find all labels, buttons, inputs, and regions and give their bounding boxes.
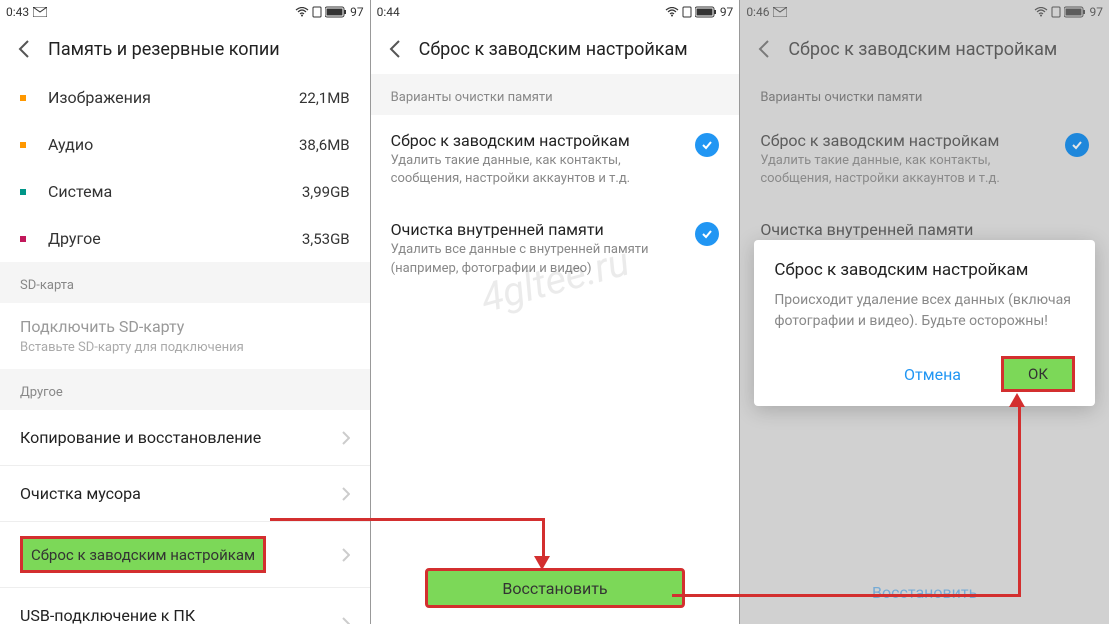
storage-name: Изображения <box>48 88 299 107</box>
battery-icon <box>1064 6 1086 18</box>
sim-icon <box>682 6 692 18</box>
wifi-icon <box>1034 7 1048 17</box>
storage-name: Аудио <box>48 135 299 154</box>
status-bar: 0:46 97 <box>740 0 1109 24</box>
option-title: Очистка внутренней памяти <box>760 220 1079 239</box>
status-bar: 0:44 97 <box>371 0 740 24</box>
annotation-arrow-head <box>534 556 550 570</box>
restore-link-dim: Восстановить <box>872 583 977 602</box>
wifi-icon <box>665 7 679 17</box>
battery-percent: 97 <box>350 5 364 19</box>
check-icon <box>1065 133 1089 157</box>
dot-icon <box>20 236 26 242</box>
button-label: Восстановить <box>502 579 607 598</box>
section-variants: Варианты очистки памяти <box>371 74 740 115</box>
sim-icon <box>312 6 322 18</box>
option-desc: Удалить все данные с внутренней памяти (… <box>391 241 686 277</box>
check-icon <box>695 133 719 157</box>
menu-factory-reset[interactable]: Сброс к заводским настройкам <box>0 522 370 588</box>
page-title: Сброс к заводским настройкам <box>419 39 688 60</box>
storage-item[interactable]: Аудио38,6MB <box>0 121 370 168</box>
header: Сброс к заводским настройкам <box>371 24 740 74</box>
check-icon <box>695 222 719 246</box>
confirm-dialog: Сброс к заводским настройкам Происходит … <box>754 240 1095 406</box>
dot-icon <box>20 142 26 148</box>
annotation-arrow <box>1018 400 1021 597</box>
page-title: Сброс к заводским настройкам <box>788 39 1057 60</box>
mail-icon <box>773 7 787 17</box>
chevron-right-icon <box>342 487 350 501</box>
battery-percent: 97 <box>1089 5 1103 19</box>
header: Сброс к заводским настройкам <box>740 24 1109 74</box>
cancel-button[interactable]: Отмена <box>894 359 971 390</box>
chevron-right-icon <box>342 617 350 624</box>
status-time: 0:43 <box>6 5 29 19</box>
restore-button[interactable]: Восстановить <box>425 568 685 608</box>
option-desc: Удалить такие данные, как контакты, сооб… <box>760 152 1055 188</box>
storage-item[interactable]: Другое3,53GB <box>0 215 370 262</box>
option-title: Очистка внутренней памяти <box>391 220 686 239</box>
option-desc: Удалить такие данные, как контакты, сооб… <box>391 152 686 188</box>
section-other: Другое <box>0 369 370 410</box>
storage-size: 38,6MB <box>299 136 350 154</box>
option-internal-storage[interactable]: Очистка внутренней памяти Удалить все да… <box>371 204 740 293</box>
screen-confirm-dialog: 0:46 97 Сброс к заводским настройкам Вар… <box>739 0 1109 624</box>
storage-size: 3,53GB <box>302 230 350 248</box>
storage-item[interactable]: Система3,99GB <box>0 168 370 215</box>
back-icon[interactable] <box>14 39 34 59</box>
highlight-box: Сброс к заводским настройкам <box>20 536 266 573</box>
sd-desc: Вставьте SD-карту для подключения <box>20 340 350 355</box>
dot-icon <box>20 95 26 101</box>
status-bar: 0:43 97 <box>0 0 370 24</box>
dialog-text: Происходит удаление всех данных (включая… <box>774 290 1075 332</box>
chevron-right-icon <box>342 548 350 562</box>
menu-label: Сброс к заводским настройкам <box>31 546 255 564</box>
page-title: Память и резервные копии <box>48 39 280 60</box>
storage-name: Система <box>48 182 302 201</box>
menu-label: Очистка мусора <box>20 484 342 503</box>
screen-reset-options: 0:44 97 Сброс к заводским настройкам Вар… <box>370 0 740 624</box>
menu-label: USB-подключение к ПК <box>20 606 342 624</box>
option-factory-reset[interactable]: Сброс к заводским настройкам Удалить так… <box>371 115 740 204</box>
dot-icon <box>20 189 26 195</box>
option-factory-reset: Сброс к заводским настройкам Удалить так… <box>740 115 1109 204</box>
option-title: Сброс к заводским настройкам <box>760 131 1055 150</box>
annotation-arrow <box>270 518 542 521</box>
menu-backup[interactable]: Копирование и восстановление <box>0 410 370 466</box>
back-icon <box>754 39 774 59</box>
storage-item[interactable]: Изображения22,1MB <box>0 74 370 121</box>
storage-name: Другое <box>48 229 302 248</box>
mail-icon <box>33 7 47 17</box>
ok-button[interactable]: ОК <box>1001 356 1075 392</box>
storage-list: Изображения22,1MB Аудио38,6MB Система3,9… <box>0 74 370 262</box>
sim-icon <box>1051 6 1061 18</box>
menu-usb[interactable]: USB-подключение к ПК Медиа-устройство (M… <box>0 588 370 624</box>
back-icon[interactable] <box>385 39 405 59</box>
annotation-arrow <box>542 518 545 558</box>
status-time: 0:44 <box>377 5 400 19</box>
battery-icon <box>325 6 347 18</box>
storage-size: 22,1MB <box>299 89 350 107</box>
header: Память и резервные копии <box>0 24 370 74</box>
battery-percent: 97 <box>720 5 734 19</box>
screen-storage: 0:43 97 Память и резервные копии Изображ… <box>0 0 370 624</box>
chevron-right-icon <box>342 431 350 445</box>
section-sd: SD-карта <box>0 262 370 303</box>
status-time: 0:46 <box>746 5 769 19</box>
battery-icon <box>695 6 717 18</box>
dialog-title: Сброс к заводским настройкам <box>774 260 1075 280</box>
sd-title: Подключить SD-карту <box>20 317 350 336</box>
menu-cleanup[interactable]: Очистка мусора <box>0 466 370 522</box>
option-title: Сброс к заводским настройкам <box>391 131 686 150</box>
wifi-icon <box>295 7 309 17</box>
annotation-arrow <box>672 594 1018 597</box>
menu-label: Копирование и восстановление <box>20 428 342 447</box>
sd-connect[interactable]: Подключить SD-карту Вставьте SD-карту дл… <box>0 303 370 369</box>
storage-size: 3,99GB <box>302 183 350 201</box>
annotation-arrow-head <box>1009 393 1025 407</box>
section-variants: Варианты очистки памяти <box>740 74 1109 115</box>
